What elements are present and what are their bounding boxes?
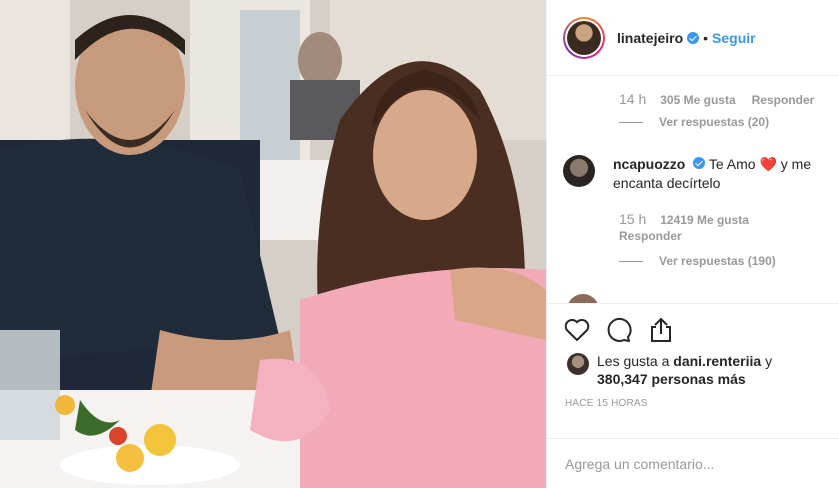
verified-badge-icon bbox=[687, 31, 700, 44]
post-side-panel: linatejeiro • Seguir 14 h 305 Me gusta R… bbox=[546, 0, 839, 488]
likes-others-link[interactable]: 380,347 personas más bbox=[597, 371, 746, 387]
likes-summary: Les gusta a dani.renteriia y 380,347 per… bbox=[567, 352, 839, 388]
add-comment-bar bbox=[547, 438, 839, 488]
comment-likes[interactable]: 12419 Me gusta bbox=[660, 213, 749, 227]
comment-meta: 14 h 305 Me gusta Responder bbox=[619, 91, 814, 107]
likes-prefix: Les gusta a bbox=[597, 353, 670, 369]
comment-icon[interactable] bbox=[605, 316, 633, 344]
reply-button[interactable]: Responder bbox=[752, 93, 815, 107]
separator-dot: • bbox=[703, 29, 709, 46]
comment-text: Te Amo bbox=[708, 156, 756, 172]
view-replies-label[interactable]: Ver respuestas (20) bbox=[659, 115, 769, 129]
comments-list[interactable]: 14 h 305 Me gusta Responder Ver respuest… bbox=[547, 77, 839, 303]
comment-item: ncapuozzo Te Amo ❤️ y me encanta decírte… bbox=[563, 155, 829, 193]
share-icon[interactable] bbox=[647, 316, 675, 344]
author-username[interactable]: linatejeiro bbox=[617, 30, 683, 46]
comment-time[interactable]: 14 h bbox=[619, 91, 646, 107]
photo-illustration bbox=[0, 0, 546, 488]
follow-button[interactable]: Seguir bbox=[712, 30, 756, 46]
red-heart-emoji: ❤️ bbox=[759, 156, 777, 172]
comment-likes[interactable]: 305 Me gusta bbox=[660, 93, 735, 107]
view-replies[interactable]: Ver respuestas (20) bbox=[619, 115, 769, 129]
commenter-username[interactable]: ncapuozzo bbox=[613, 156, 685, 172]
commenter-avatar[interactable] bbox=[567, 294, 599, 303]
post-timestamp[interactable]: HACE 15 HORAS bbox=[565, 398, 839, 409]
post-actions: Les gusta a dani.renteriia y 380,347 per… bbox=[547, 303, 839, 488]
heart-icon[interactable] bbox=[563, 316, 591, 344]
author-avatar[interactable] bbox=[563, 16, 605, 59]
view-replies[interactable]: Ver respuestas (190) bbox=[619, 254, 776, 268]
comment-time[interactable]: 15 h bbox=[619, 211, 646, 227]
liker-avatar[interactable] bbox=[567, 353, 589, 375]
comment-meta: 15 h 12419 Me gusta Responder bbox=[619, 211, 819, 243]
post-photo bbox=[0, 0, 546, 488]
liker-username[interactable]: dani.renteriia bbox=[673, 353, 761, 369]
likes-joiner: y bbox=[765, 353, 773, 369]
commenter-avatar[interactable] bbox=[563, 155, 595, 187]
comment-input[interactable] bbox=[565, 455, 815, 472]
verified-badge-icon bbox=[693, 157, 706, 169]
reply-button[interactable]: Responder bbox=[619, 229, 819, 243]
view-replies-label[interactable]: Ver respuestas (190) bbox=[659, 254, 776, 268]
post-header: linatejeiro • Seguir bbox=[547, 0, 839, 76]
